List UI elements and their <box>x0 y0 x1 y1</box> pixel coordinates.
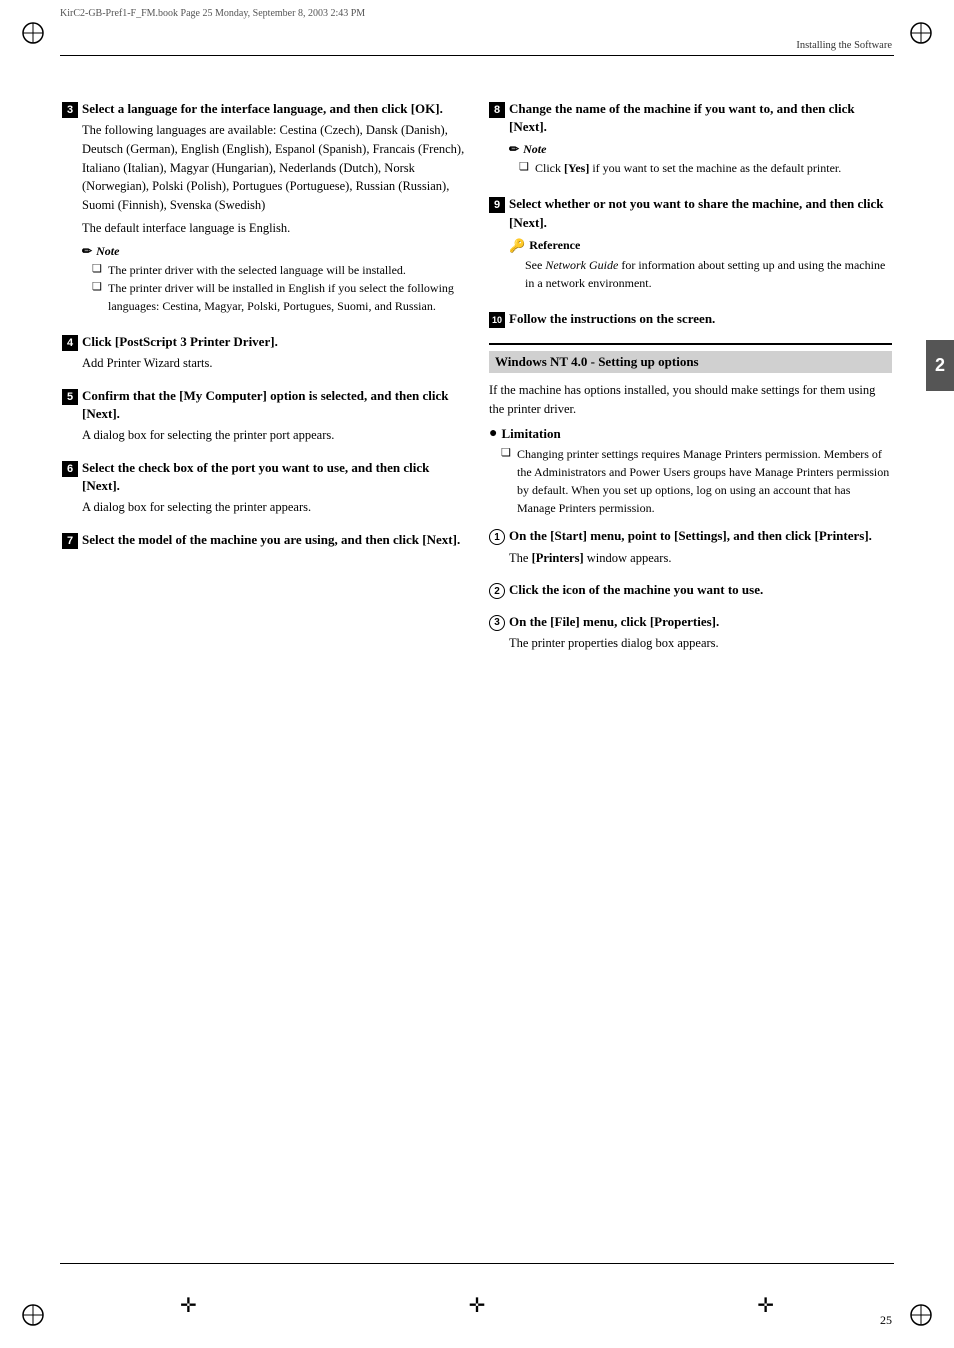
section-step-1-content: On the [Start] menu, point to [Settings]… <box>509 527 892 571</box>
step-3-content: Select a language for the interface lang… <box>82 100 465 323</box>
step-9-ref: 🔑 Reference See Network Guide for inform… <box>509 238 892 292</box>
corner-mark-bl <box>18 1300 48 1330</box>
step-3-body2: The default interface language is Englis… <box>82 219 465 238</box>
section-step-2-title: Click the icon of the machine you want t… <box>509 581 892 599</box>
note-3-title: ✏ Note <box>82 244 465 259</box>
footer-cross-center: ✛ <box>469 1293 486 1318</box>
section-step-2: 2 Click the icon of the machine you want… <box>489 581 892 602</box>
step-3-note: ✏ Note ❏ The printer driver with the sel… <box>82 244 465 315</box>
step-6-content: Select the check box of the port you wan… <box>82 459 465 521</box>
step-7-number: 7 <box>62 533 78 549</box>
header-meta: KirC2-GB-Pref1-F_FM.book Page 25 Monday,… <box>60 8 365 19</box>
step-9-number: 9 <box>489 197 505 213</box>
section-step-3-content: On the [File] menu, click [Properties]. … <box>509 613 892 657</box>
step-6: 6 Select the check box of the port you w… <box>62 459 465 521</box>
note-8-item-1: ❏ Click [Yes] if you want to set the mac… <box>519 159 892 177</box>
corner-mark-tr <box>906 18 936 48</box>
step-8-note: ✏ Note ❏ Click [Yes] if you want to set … <box>509 142 892 177</box>
section-step-3-number: 3 <box>489 615 505 631</box>
ref-9-title: 🔑 Reference <box>509 238 892 254</box>
chapter-tab: 2 <box>926 340 954 391</box>
step-10: 10 Follow the instructions on the screen… <box>489 310 892 331</box>
key-icon: 🔑 <box>509 238 525 254</box>
step-7: 7 Select the model of the machine you ar… <box>62 531 465 552</box>
footer-cross-right: ✛ <box>757 1293 774 1318</box>
step-5-title: Confirm that the [My Computer] option is… <box>82 387 465 423</box>
step-8-content: Change the name of the machine if you wa… <box>509 100 892 185</box>
section-divider <box>489 343 892 345</box>
limitation-icon: ● <box>489 426 497 442</box>
corner-mark-tl <box>18 18 48 48</box>
section-step-3: 3 On the [File] menu, click [Properties]… <box>489 613 892 657</box>
section-step-1-number: 1 <box>489 529 505 545</box>
step-10-number: 10 <box>489 312 505 328</box>
section-step-1: 1 On the [Start] menu, point to [Setting… <box>489 527 892 571</box>
step-7-title: Select the model of the machine you are … <box>82 531 465 549</box>
section-intro: If the machine has options installed, yo… <box>489 381 892 419</box>
step-3: 3 Select a language for the interface la… <box>62 100 465 323</box>
section-step-1-title: On the [Start] menu, point to [Settings]… <box>509 527 892 545</box>
step-4-body: Add Printer Wizard starts. <box>82 354 465 373</box>
step-7-content: Select the model of the machine you are … <box>82 531 465 552</box>
step-5-content: Confirm that the [My Computer] option is… <box>82 387 465 449</box>
step-8-number: 8 <box>489 102 505 118</box>
step-5-number: 5 <box>62 389 78 405</box>
step-8-title: Change the name of the machine if you wa… <box>509 100 892 136</box>
step-6-body: A dialog box for selecting the printer a… <box>82 498 465 517</box>
section-title: Windows NT 4.0 - Setting up options <box>489 351 892 373</box>
step-5: 5 Confirm that the [My Computer] option … <box>62 387 465 449</box>
step-9: 9 Select whether or not you want to shar… <box>489 195 892 299</box>
note-icon: ✏ <box>82 244 92 259</box>
limitation-item-1: ❏ Changing printer settings requires Man… <box>501 445 892 517</box>
header-line <box>60 55 894 56</box>
note-8-icon: ✏ <box>509 142 519 157</box>
step-4-title: Click [PostScript 3 Printer Driver]. <box>82 333 465 351</box>
note-3-item-2: ❏ The printer driver will be installed i… <box>92 279 465 315</box>
step-8: 8 Change the name of the machine if you … <box>489 100 892 185</box>
note-8-title: ✏ Note <box>509 142 892 157</box>
step-4-content: Click [PostScript 3 Printer Driver]. Add… <box>82 333 465 377</box>
step-5-body: A dialog box for selecting the printer p… <box>82 426 465 445</box>
section-step-3-title: On the [File] menu, click [Properties]. <box>509 613 892 631</box>
step-3-body: The following languages are available: C… <box>82 121 465 215</box>
left-column: 3 Select a language for the interface la… <box>62 100 465 667</box>
step-3-title: Select a language for the interface lang… <box>82 100 465 118</box>
step-10-content: Follow the instructions on the screen. <box>509 310 892 331</box>
main-content: 3 Select a language for the interface la… <box>62 100 892 1258</box>
step-9-content: Select whether or not you want to share … <box>509 195 892 299</box>
section-step-3-body: The printer properties dialog box appear… <box>509 634 892 653</box>
limitation-box: ● Limitation ❏ Changing printer settings… <box>489 426 892 517</box>
step-9-title: Select whether or not you want to share … <box>509 195 892 231</box>
section-step-2-number: 2 <box>489 583 505 599</box>
step-10-title: Follow the instructions on the screen. <box>509 310 892 328</box>
footer-line <box>60 1263 894 1293</box>
header-section: Installing the Software <box>796 40 892 51</box>
corner-mark-br <box>906 1300 936 1330</box>
step-3-number: 3 <box>62 102 78 118</box>
page: KirC2-GB-Pref1-F_FM.book Page 25 Monday,… <box>0 0 954 1348</box>
footer-cross-left: ✛ <box>180 1293 197 1318</box>
step-4-number: 4 <box>62 335 78 351</box>
section-step-1-body: The [Printers] window appears. <box>509 549 892 568</box>
page-number: 25 <box>880 1313 892 1328</box>
step-4: 4 Click [PostScript 3 Printer Driver]. A… <box>62 333 465 377</box>
section-step-2-content: Click the icon of the machine you want t… <box>509 581 892 602</box>
ref-9-body: See Network Guide for information about … <box>525 256 892 292</box>
right-column: 8 Change the name of the machine if you … <box>489 100 892 667</box>
note-3-item-1: ❏ The printer driver with the selected l… <box>92 261 465 279</box>
limitation-title: ● Limitation <box>489 426 892 442</box>
step-6-number: 6 <box>62 461 78 477</box>
step-6-title: Select the check box of the port you wan… <box>82 459 465 495</box>
